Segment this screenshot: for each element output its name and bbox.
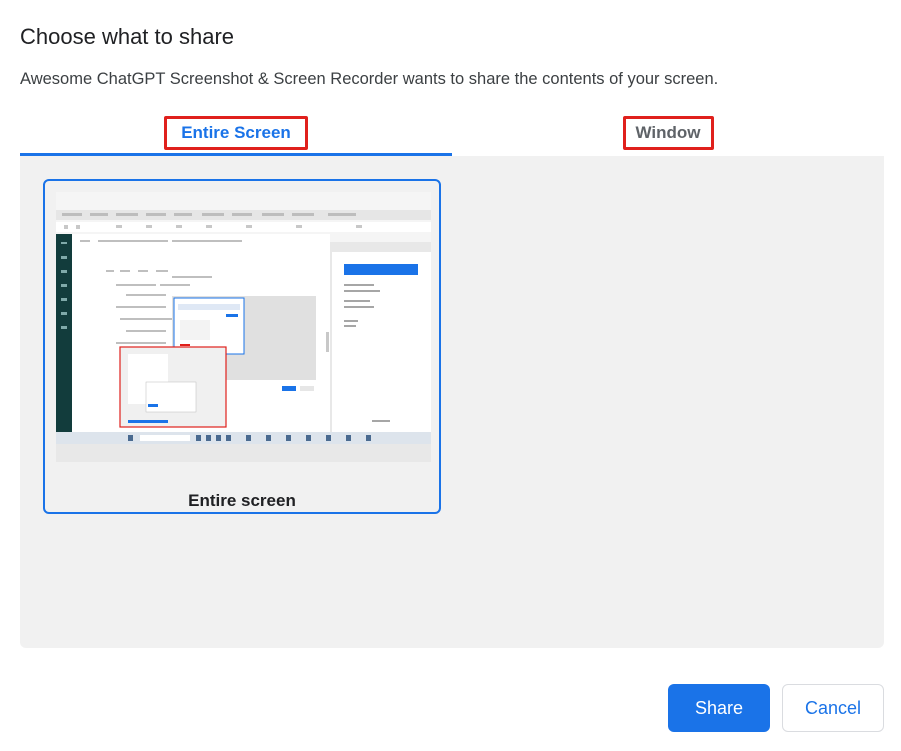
cancel-button[interactable]: Cancel bbox=[782, 684, 884, 732]
dialog-description: Awesome ChatGPT Screenshot & Screen Reco… bbox=[20, 70, 719, 88]
source-label-entire-screen: Entire screen bbox=[188, 491, 296, 510]
screen-preview-thumbnail bbox=[56, 192, 431, 462]
share-source-tabs: Entire Screen Window bbox=[20, 112, 884, 157]
screen-preview-image bbox=[56, 192, 431, 462]
tab-window[interactable]: Window bbox=[452, 112, 884, 154]
tab-entire-screen-label: Entire Screen bbox=[164, 116, 308, 150]
tab-window-label: Window bbox=[622, 116, 714, 150]
source-card-entire-screen[interactable]: Entire screen bbox=[43, 179, 441, 514]
source-list-panel: Entire screen bbox=[20, 156, 884, 648]
dialog-title: Choose what to share bbox=[20, 24, 235, 49]
tab-entire-screen[interactable]: Entire Screen bbox=[20, 112, 452, 156]
share-button[interactable]: Share bbox=[668, 684, 770, 732]
